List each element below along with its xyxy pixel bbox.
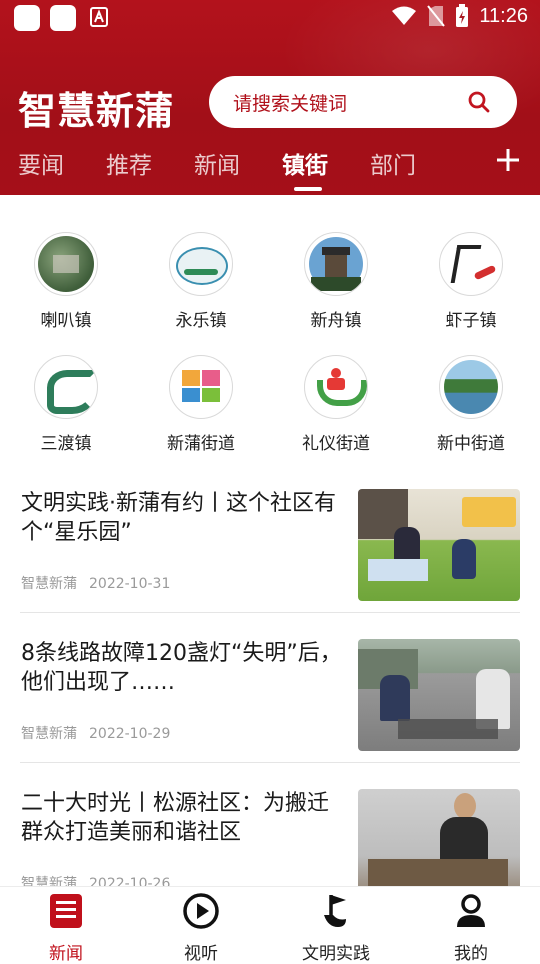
children-classroom-photo[interactable] [358,489,520,601]
app-title: 智慧新蒲 [18,88,175,133]
tabbar-civilization[interactable]: 文明实践 [276,891,396,964]
notification-icon [14,5,40,31]
news-meta: 智慧新蒲 2022-10-29 [21,723,170,743]
calligraphy-pepper-icon [439,232,503,296]
town-item[interactable]: 喇叭镇 [6,232,126,331]
active-tab-indicator [294,187,322,191]
town-name: 永乐镇 [175,311,227,331]
news-title[interactable]: 文明实践·新蒲有约丨这个社区有个“星乐园” [21,489,343,547]
colorful-text-emblem-icon [169,355,233,419]
battery-icon [456,4,469,27]
no-sim-icon [427,5,446,27]
aerial-town-photo-icon [34,232,98,296]
town-item[interactable]: 三渡镇 [6,355,126,454]
tab-bumen[interactable]: 部门 [370,146,416,180]
town-name: 虾子镇 [445,311,497,331]
user-icon [457,894,485,927]
street-workers-photo[interactable] [358,639,520,751]
town-name: 三渡镇 [40,434,92,454]
town-item[interactable]: 新蒲街道 [141,355,261,454]
town-name: 喇叭镇 [40,311,92,331]
app-header: 11:26 智慧新蒲 请搜索关键词 要闻 推荐 新闻 镇街 部门 [0,0,540,195]
pagoda-building-icon [304,232,368,296]
play-icon [183,893,219,929]
town-item[interactable]: 虾子镇 [411,232,531,331]
tabbar-me[interactable]: 我的 [411,891,531,964]
search-icon[interactable] [467,90,491,114]
news-title[interactable]: 二十大时光丨松源社区：为搬迁群众打造美丽和谐社区 [21,789,343,847]
news-source: 智慧新蒲 [21,576,77,592]
news-source: 智慧新蒲 [21,726,77,742]
bottom-tab-bar: 新闻 视听 文明实践 我的 [0,886,540,964]
clock: 11:26 [479,4,528,27]
tab-tuijian[interactable]: 推荐 [106,146,152,180]
town-name: 新蒲街道 [167,434,235,454]
town-item[interactable]: 永乐镇 [141,232,261,331]
tabbar-label: 视听 [184,944,218,964]
search-bar[interactable]: 请搜索关键词 [209,76,517,128]
flag-hand-icon [324,895,346,927]
news-item[interactable]: 8条线路故障120盏灯“失明”后，他们出现了…… 智慧新蒲 2022-10-29 [21,639,521,789]
tabbar-video[interactable]: 视听 [141,891,261,964]
town-item[interactable]: 新舟镇 [276,232,396,331]
tabbar-label: 文明实践 [302,944,370,964]
search-input[interactable]: 请搜索关键词 [233,89,467,116]
tabbar-label: 我的 [454,944,488,964]
tab-xinwen[interactable]: 新闻 [194,146,240,180]
news-date: 2022-10-31 [89,576,171,592]
lake-park-photo-icon [439,355,503,419]
tab-zhenjie[interactable]: 镇街 [282,146,328,180]
man-at-workshop-photo[interactable] [358,789,520,901]
status-bar: 11:26 [0,0,540,36]
divider [20,762,520,763]
town-item[interactable]: 礼仪街道 [276,355,396,454]
wifi-icon [392,6,417,25]
divider [20,612,520,613]
tabbar-news[interactable]: 新闻 [6,891,126,964]
town-item[interactable]: 新中街道 [411,355,531,454]
town-name: 礼仪街道 [302,434,370,454]
news-icon [50,894,82,928]
tabbar-label: 新闻 [49,944,83,964]
channel-tabs: 要闻 推荐 新闻 镇街 部门 [0,144,540,194]
notification-icon [50,5,76,31]
app-notification-icon [90,7,108,27]
town-name: 新中街道 [437,434,505,454]
news-meta: 智慧新蒲 2022-10-31 [21,573,170,593]
news-date: 2022-10-29 [89,726,171,742]
news-title[interactable]: 8条线路故障120盏灯“失明”后，他们出现了…… [21,639,343,697]
tab-yaowen[interactable]: 要闻 [18,146,64,180]
landscape-emblem-icon [169,232,233,296]
green-calligraphy-icon [34,355,98,419]
add-channel-icon[interactable] [496,148,520,172]
news-item[interactable]: 文明实践·新蒲有约丨这个社区有个“星乐园” 智慧新蒲 2022-10-31 [21,489,521,639]
hands-figure-emblem-icon [304,355,368,419]
town-name: 新舟镇 [310,311,362,331]
